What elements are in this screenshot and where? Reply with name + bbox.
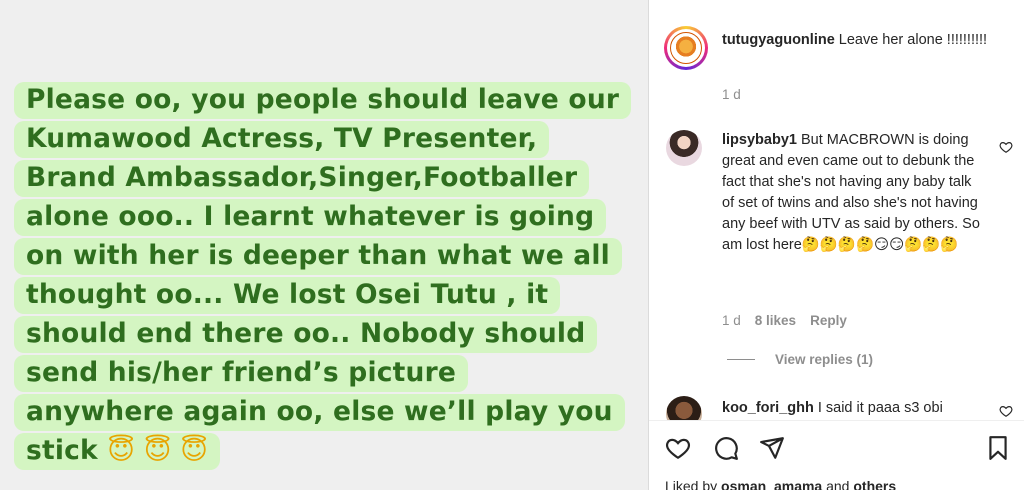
comment-meta: 1 d	[722, 87, 741, 102]
liked-by-middle: and	[826, 478, 850, 490]
like-comment-heart-icon[interactable]	[999, 140, 1013, 154]
caption-line: Please oo, you people should leave our	[14, 82, 632, 119]
comment-meta: 1 d 8 likes Reply	[722, 313, 847, 328]
caption-line: on with her is deeper than what we all	[14, 238, 622, 275]
comment-time[interactable]: 1 d	[722, 87, 741, 102]
view-replies-button[interactable]: View replies (1)	[727, 352, 873, 367]
comment-likes[interactable]: 8 likes	[755, 313, 796, 328]
comment-bubble-icon[interactable]	[713, 435, 739, 461]
liked-by-line: Liked by osman_amama and others	[665, 478, 896, 490]
save-bookmark-icon[interactable]	[985, 435, 1011, 461]
author-avatar[interactable]	[664, 26, 708, 70]
like-comment-heart-icon[interactable]	[999, 404, 1013, 418]
comment-text: I said it paaa s3 obi	[817, 400, 943, 416]
post-caption: Please oo, you people should leave our K…	[14, 80, 632, 470]
caption-line: alone ooo.. I learnt whatever is going	[14, 199, 607, 236]
comment-text: Leave her alone !!!!!!!!!!	[838, 32, 988, 48]
commenter-avatar[interactable]	[666, 130, 702, 166]
comment-username[interactable]: koo_fori_ghh	[722, 400, 814, 416]
liked-by-user[interactable]: osman_amama	[721, 478, 822, 490]
caption-line: Brand Ambassador,Singer,Footballer	[14, 160, 590, 197]
comment-username[interactable]: lipsybaby1	[722, 132, 797, 148]
halo-emoji: 😇 😇 😇	[107, 435, 209, 466]
comment-time[interactable]: 1 d	[722, 313, 741, 328]
comments-panel: tutugyaguonline Leave her alone !!!!!!!!!…	[649, 0, 1024, 490]
comment-body: koo_fori_ghh I said it paaa s3 obi	[722, 398, 992, 416]
comment-username[interactable]: tutugyaguonline	[722, 32, 835, 48]
brand-logo-icon	[670, 32, 702, 64]
like-heart-icon[interactable]	[665, 435, 691, 461]
reply-button[interactable]: Reply	[810, 313, 847, 328]
caption-line: thought oo... We lost Osei Tutu , it	[14, 277, 561, 314]
post-media: Please oo, you people should leave our K…	[0, 0, 648, 490]
caption-line: Kumawood Actress, TV Presenter,	[14, 121, 550, 158]
liked-by-prefix: Liked by	[665, 478, 718, 490]
liked-by-others[interactable]: others	[853, 478, 896, 490]
caption-line: send his/her friend’s picture	[14, 355, 469, 392]
caption-line: anywhere again oo, else we’ll play you	[14, 394, 625, 431]
replies-dash	[727, 359, 755, 360]
view-replies-label: View replies (1)	[775, 352, 874, 367]
caption-line: should end there oo.. Nobody should	[14, 316, 598, 353]
comment-text: But MACBROWN is doing great and even cam…	[722, 132, 980, 253]
comment-body: lipsybaby1 But MACBROWN is doing great an…	[722, 130, 980, 256]
caption-line: stick	[26, 435, 98, 466]
share-send-icon[interactable]	[759, 435, 785, 461]
comment-body: tutugyaguonline Leave her alone !!!!!!!!!…	[722, 30, 1002, 51]
